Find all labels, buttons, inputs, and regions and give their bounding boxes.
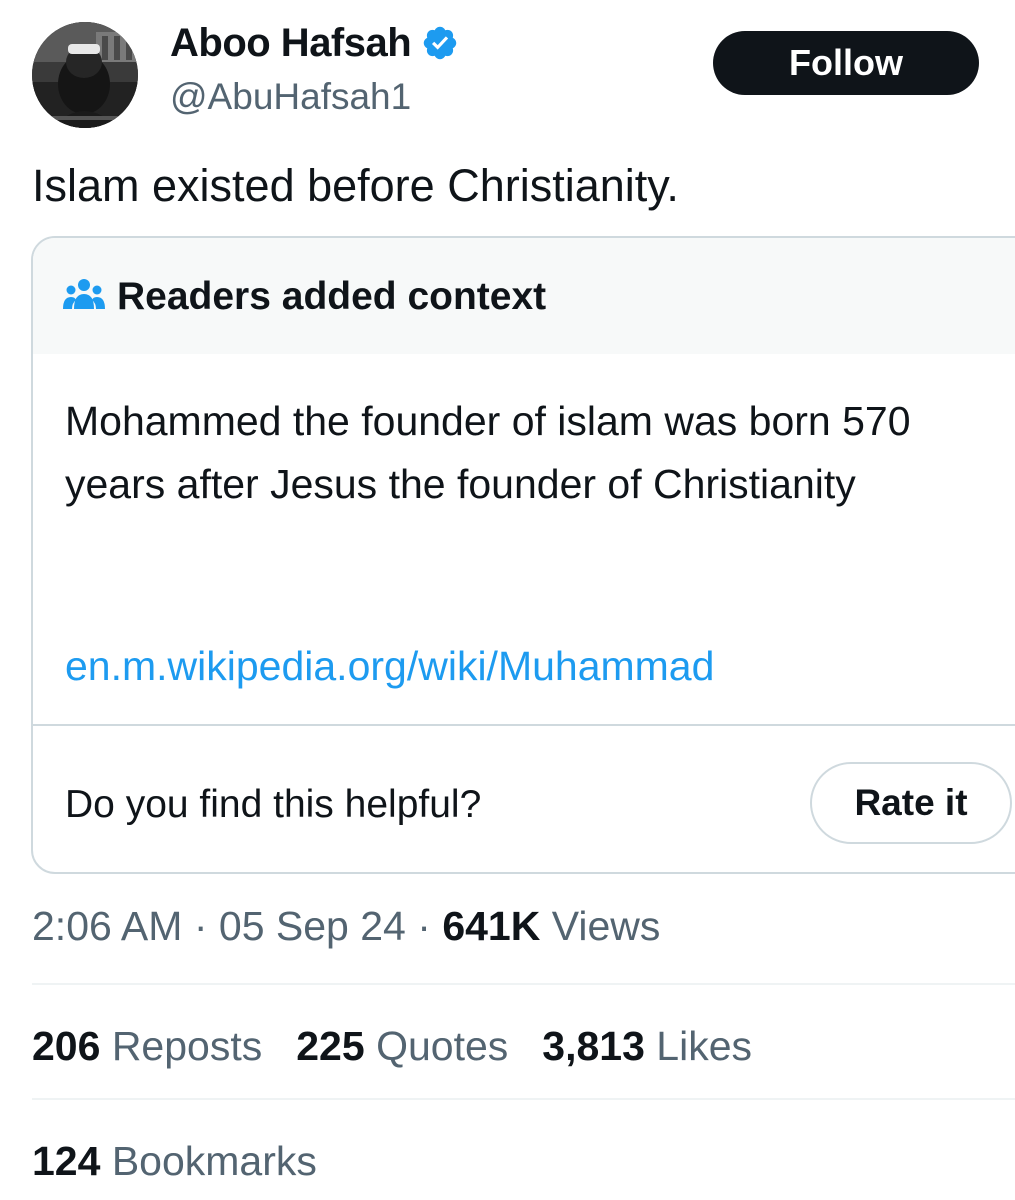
community-note-title: Readers added context	[117, 275, 547, 318]
bookmarks-count: 124	[32, 1138, 101, 1184]
likes-label: Likes	[656, 1023, 753, 1069]
profile-photo-icon	[32, 22, 138, 128]
community-note-divider	[33, 724, 1015, 726]
divider	[32, 983, 1015, 985]
readers-icon	[63, 278, 105, 312]
helpful-question: Do you find this helpful?	[65, 783, 482, 826]
avatar[interactable]	[32, 22, 138, 128]
quotes-stat[interactable]: 225 Quotes	[296, 1018, 508, 1074]
rate-it-button[interactable]: Rate it	[810, 762, 1012, 844]
meta-separator: ·	[193, 903, 208, 949]
community-note-header: Readers added context	[33, 238, 1015, 354]
tweet-meta-row: 2:06 AM · 05 Sep 24 · 641K Views	[32, 898, 660, 954]
engagement-stats: 206 Reposts 225 Quotes 3,813 Likes	[32, 1018, 752, 1074]
author-handle[interactable]: @AbuHafsah1	[170, 76, 411, 118]
author-display-name[interactable]: Aboo Hafsah	[170, 21, 412, 66]
verified-badge-icon	[421, 24, 459, 62]
bookmarks-label: Bookmarks	[111, 1138, 317, 1184]
views-label: Views	[551, 903, 661, 949]
meta-separator: ·	[417, 903, 431, 949]
tweet-text: Islam existed before Christianity.	[32, 160, 679, 211]
follow-button[interactable]: Follow	[713, 31, 979, 95]
quotes-label: Quotes	[376, 1023, 509, 1069]
reposts-stat[interactable]: 206 Reposts	[32, 1018, 262, 1074]
reposts-label: Reposts	[111, 1023, 263, 1069]
likes-count: 3,813	[542, 1023, 645, 1069]
community-note-link[interactable]: en.m.wikipedia.org/wiki/Muhammad	[65, 638, 714, 694]
community-note-card: Readers added context Mohammed the found…	[31, 236, 1015, 874]
tweet-detail-page: Aboo Hafsah @AbuHafsah1 Follow Islam exi…	[0, 0, 1015, 1200]
author-name-row[interactable]: Aboo Hafsah	[170, 18, 459, 68]
views-count: 641K	[442, 903, 541, 949]
bookmarks-stat[interactable]: 124 Bookmarks	[32, 1133, 317, 1189]
quotes-count: 225	[296, 1023, 365, 1069]
community-note-body: Mohammed the founder of islam was born 5…	[65, 398, 911, 507]
divider	[32, 1098, 1015, 1100]
reposts-count: 206	[32, 1023, 101, 1069]
tweet-time[interactable]: 2:06 AM	[32, 903, 182, 949]
likes-stat[interactable]: 3,813 Likes	[542, 1018, 752, 1074]
tweet-date[interactable]: 05 Sep 24	[219, 903, 406, 949]
